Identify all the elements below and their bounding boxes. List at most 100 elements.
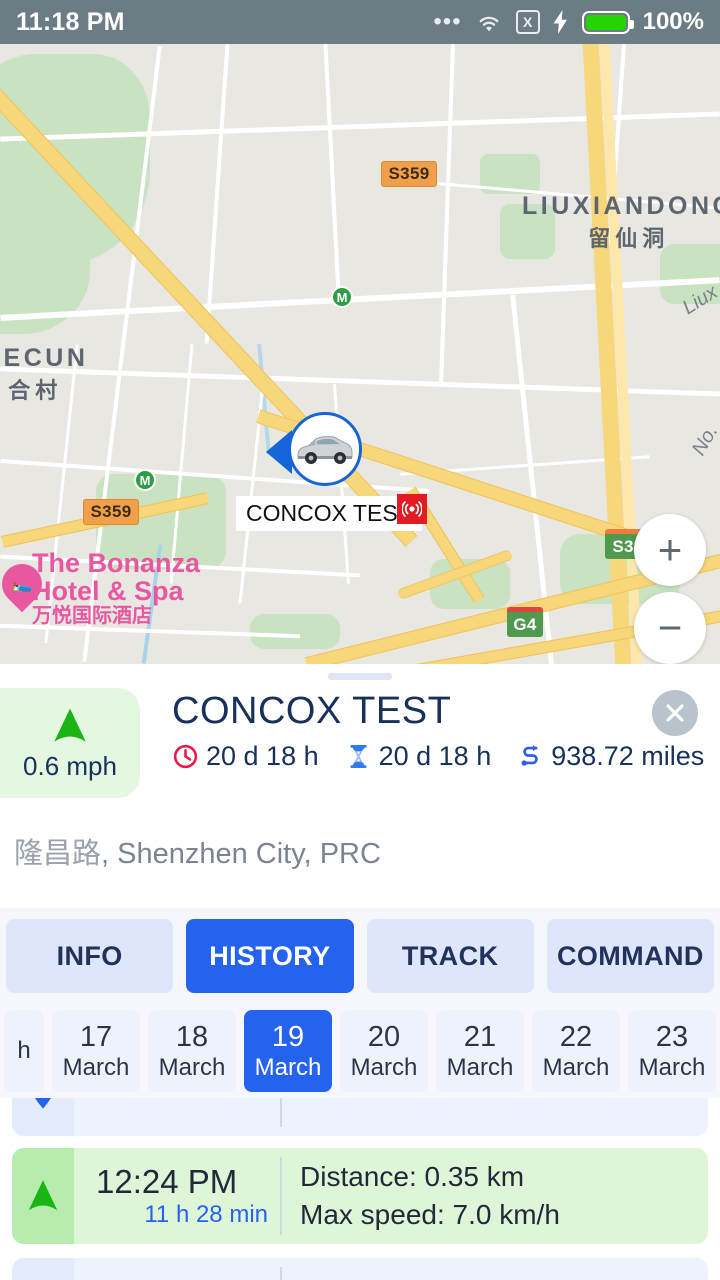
speed-badge: 0.6 mph xyxy=(0,688,140,798)
poi-line-2: Hotel & Spa xyxy=(32,576,184,607)
date-chip-17[interactable]: 17 March xyxy=(52,1010,140,1092)
stat-hourglass: 20 d 18 h xyxy=(345,741,492,772)
list-item[interactable]: 11:53 PM Liuxian 1st Road, China xyxy=(12,1258,708,1280)
list-item[interactable]: 12:24 PM 11 h 28 min Distance: 0.35 km M… xyxy=(12,1148,708,1244)
stat-clock: 20 d 18 h xyxy=(172,741,319,772)
map-label-cn: 合村 xyxy=(8,378,63,403)
list-item-body: 11:53 PM Liuxian 1st Road, China xyxy=(74,1258,708,1280)
date-chip-20[interactable]: 20 March xyxy=(340,1010,428,1092)
address-text: 隆昌路, Shenzhen City, PRC xyxy=(14,830,381,872)
list-item-time-col: 12:24 PM 11 h 28 min xyxy=(96,1163,276,1229)
date-chip-day: 17 xyxy=(79,1020,113,1053)
date-chip-day: 21 xyxy=(463,1020,497,1053)
tab-command[interactable]: COMMAND xyxy=(546,919,714,993)
hourglass-icon xyxy=(350,745,367,768)
list-item-detail: Distance: 0.35 km Max speed: 7.0 km/h xyxy=(300,1158,560,1234)
map-road xyxy=(323,44,341,294)
map-label-en: HECUN xyxy=(0,344,89,372)
stat-clock-value: 20 d 18 h xyxy=(206,741,319,771)
divider xyxy=(280,1157,282,1235)
stat-mileage-value: 938.72 miles xyxy=(551,741,705,771)
battery-icon xyxy=(581,10,634,34)
list-item[interactable]: 12 h 24 min xyxy=(12,1098,708,1136)
road-shield-s359: S359 xyxy=(83,499,139,525)
clock-icon xyxy=(173,744,198,769)
date-chip-month: March xyxy=(542,1053,610,1081)
date-chip-day: 19 xyxy=(271,1020,305,1053)
list-item-time: 12:24 PM xyxy=(96,1163,238,1200)
date-chip-23[interactable]: 23 March xyxy=(628,1010,716,1092)
speed-value: 0.6 mph xyxy=(23,750,117,781)
date-selector[interactable]: h 17 March 18 March 19 March 20 March 21… xyxy=(0,1004,720,1098)
map-park xyxy=(250,614,340,649)
date-chip-22[interactable]: 22 March xyxy=(532,1010,620,1092)
status-bar-icons: ••• X 100% xyxy=(433,8,704,36)
no-sim-icon: X xyxy=(515,10,540,34)
stat-hourglass-value: 20 d 18 h xyxy=(378,741,492,771)
poi-line-3: 万悦国际酒店 xyxy=(32,604,152,627)
date-chip-month: March xyxy=(254,1053,322,1081)
poi-line-1: The Bonanza xyxy=(32,548,201,578)
stat-mileage: 938.72 miles xyxy=(517,741,704,772)
battery-percent: 100% xyxy=(642,8,704,35)
zoom-in-button[interactable]: + xyxy=(634,514,706,586)
date-chip-day: 23 xyxy=(655,1020,689,1053)
status-bar: 11:18 PM ••• X 100% xyxy=(0,0,720,44)
vehicle-name-label: CONCOX TEST xyxy=(236,496,422,531)
car-icon xyxy=(297,436,353,464)
map-street-label-no: No. xyxy=(687,421,720,460)
date-chip-day: 18 xyxy=(175,1020,209,1053)
page-title: CONCOX TEST xyxy=(172,690,452,732)
route-icon xyxy=(521,745,539,766)
map-label-cn: 留仙洞 xyxy=(588,226,670,251)
more-icon: ••• xyxy=(433,8,462,35)
tab-info[interactable]: INFO xyxy=(6,919,174,993)
map-canvas[interactable]: M M S359 S359 S33 G4 LIUXIANDONG 留仙洞 HEC… xyxy=(0,44,720,664)
sheet-drag-handle[interactable] xyxy=(328,673,392,680)
road-shield-g4: G4 xyxy=(507,607,543,637)
charging-bolt-icon xyxy=(553,10,567,34)
history-list[interactable]: 12 h 24 min 12:24 PM 11 h 28 min xyxy=(0,1098,720,1280)
map-poi-label-hotel: The Bonanza Hotel & Spa 万悦国际酒店 xyxy=(32,549,200,627)
zoom-out-button[interactable]: − xyxy=(634,592,706,664)
app-root: 11:18 PM ••• X 100% M M S359 S359 S33 G4… xyxy=(0,0,720,1280)
vehicle-detail-sheet: 0.6 mph CONCOX TEST 20 d 18 h 20 d 18 h … xyxy=(0,664,720,1280)
date-chip-day: 20 xyxy=(367,1020,401,1053)
list-item-duration: 11 h 28 min xyxy=(144,1201,268,1228)
list-item-detail-line1: Distance: 0.35 km xyxy=(300,1161,525,1193)
date-chip-month: March xyxy=(446,1053,514,1081)
date-chip-month: March xyxy=(158,1053,226,1081)
vehicle-avatar[interactable] xyxy=(288,412,362,486)
date-chip-month: h xyxy=(17,1037,31,1064)
list-item-detail-line2: Max speed: 7.0 km/h xyxy=(300,1199,560,1230)
map-road xyxy=(439,44,455,384)
metro-station-icon: M xyxy=(134,469,156,491)
live-signal-icon xyxy=(397,494,427,524)
sheet-header: 0.6 mph CONCOX TEST 20 d 18 h 20 d 18 h … xyxy=(0,688,720,798)
date-chip-21[interactable]: 21 March xyxy=(436,1010,524,1092)
tab-bar: INFO HISTORY TRACK COMMAND xyxy=(0,908,720,1004)
date-chip-month: March xyxy=(638,1053,706,1081)
tab-history[interactable]: HISTORY xyxy=(186,919,354,993)
stop-marker-icon xyxy=(12,1258,74,1280)
map-label-en: LIUXIANDONG xyxy=(522,192,720,220)
address-en: , Shenzhen City, PRC xyxy=(101,838,381,870)
trip-arrow-icon xyxy=(12,1148,74,1244)
date-chip-month: March xyxy=(350,1053,418,1081)
status-bar-time: 11:18 PM xyxy=(16,7,125,36)
list-item-body: 12 h 24 min xyxy=(74,1098,708,1136)
divider xyxy=(280,1098,282,1127)
date-chip[interactable]: h xyxy=(4,1010,44,1092)
list-item-time-col: 12 h 24 min xyxy=(96,1098,276,1102)
road-shield-s359: S359 xyxy=(381,161,437,187)
wifi-icon xyxy=(479,16,499,32)
tab-track[interactable]: TRACK xyxy=(366,919,534,993)
map-area-label-liuxiandong: LIUXIANDONG 留仙洞 xyxy=(522,192,720,253)
date-chip-19[interactable]: 19 March xyxy=(244,1010,332,1092)
divider xyxy=(280,1267,282,1280)
date-chip-day: 22 xyxy=(559,1020,593,1053)
date-chip-18[interactable]: 18 March xyxy=(148,1010,236,1092)
navigation-arrow-icon xyxy=(49,705,91,747)
stop-marker-icon xyxy=(12,1098,74,1136)
address-cn: 隆昌路 xyxy=(14,838,102,870)
